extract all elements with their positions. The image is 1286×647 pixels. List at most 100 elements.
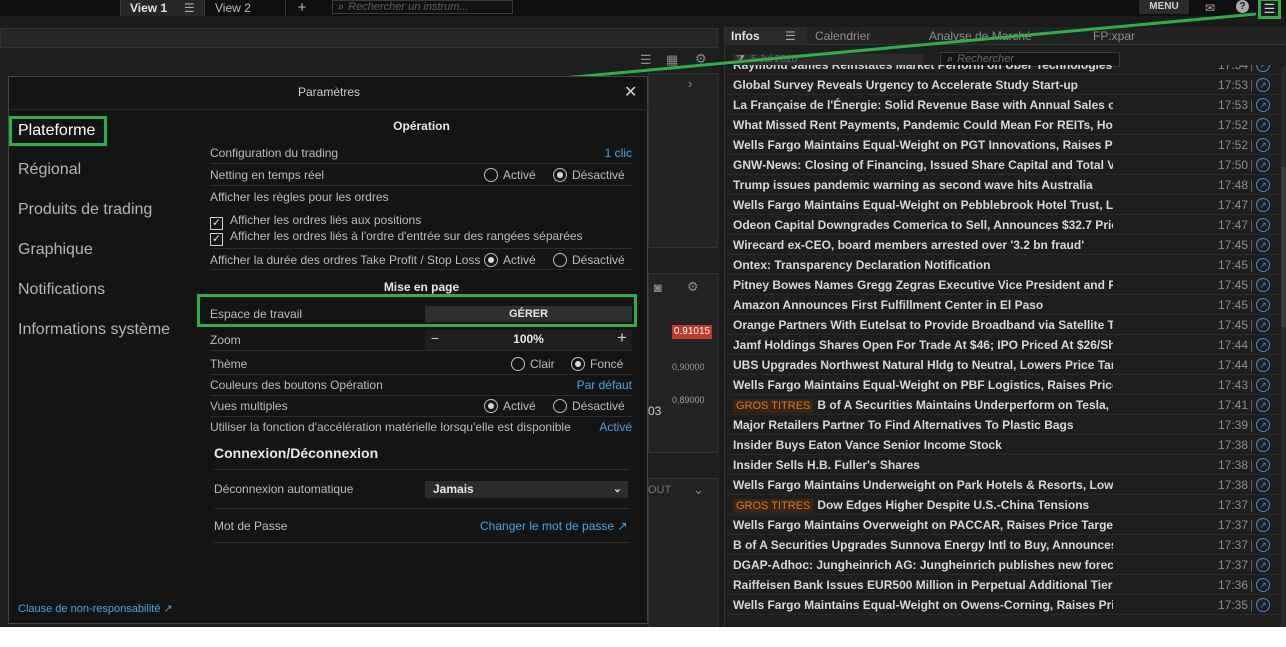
news-item[interactable]: Insider Sells H.B. Fuller's Shares 17:38 |… <box>725 455 1280 475</box>
news-scrollbar[interactable] <box>1281 67 1286 627</box>
news-headline[interactable]: Trump issues pandemic warning as second … <box>733 175 1113 195</box>
news-headline[interactable]: Wells Fargo Maintains Equal-Weight on Pe… <box>733 195 1113 215</box>
gear-icon[interactable]: ⚙ <box>687 279 699 295</box>
news-item[interactable]: Jamf Holdings Shares Open For Trade At $… <box>725 335 1280 355</box>
manage-workspace-button[interactable]: GÉRER <box>425 306 632 322</box>
instrument-search-input[interactable]: ⌕ Rechercher un instrum... <box>332 0 513 14</box>
radio-button[interactable] <box>553 399 567 413</box>
news-headline[interactable]: UBS Upgrades Northwest Natural Hldg to N… <box>733 355 1113 375</box>
news-item[interactable]: Major Retailers Partner To Find Alternat… <box>725 415 1280 435</box>
news-headline[interactable]: Wells Fargo Maintains Equal-Weight on Ow… <box>733 595 1113 615</box>
gear-icon[interactable]: ⚙ <box>695 51 707 67</box>
radio-button[interactable] <box>484 168 498 182</box>
chevron-down-icon[interactable]: ⌄ <box>693 482 704 498</box>
news-item[interactable]: Wells Fargo Maintains Equal-Weight on Pe… <box>725 195 1280 215</box>
news-headline[interactable]: Orange Partners With Eutelsat to Provide… <box>733 315 1113 335</box>
radio-button-selected[interactable] <box>553 168 567 182</box>
news-headline[interactable]: La Française de l'Énergie: Solid Revenue… <box>733 95 1113 115</box>
nav-graphique[interactable]: Graphique <box>18 241 93 259</box>
checkbox-linked-orders[interactable]: ✓ Afficher les ordres liés aux positions <box>210 213 421 230</box>
nav-notifications[interactable]: Notifications <box>18 281 105 299</box>
news-headline[interactable]: Wells Fargo Maintains Underweight on Par… <box>733 475 1113 495</box>
news-headline[interactable]: Wells Fargo Maintains Equal-Weight on PG… <box>733 135 1113 155</box>
mail-icon[interactable]: ✉ <box>1205 1 1215 15</box>
nav-informations-systeme[interactable]: Informations système <box>18 321 170 339</box>
news-item[interactable]: Ontex: Transparency Declaration Notifica… <box>725 255 1280 275</box>
news-item[interactable]: GROS TITRES B of A Securities Maintains U… <box>725 395 1280 415</box>
zoom-minus-button[interactable]: − <box>425 330 445 346</box>
main-hamburger-icon[interactable]: ☰ <box>1258 0 1281 19</box>
button-colors-link[interactable]: Par défaut <box>577 378 632 392</box>
news-headline[interactable]: DGAP-Adhoc: Jungheinrich AG: Jungheinric… <box>733 555 1113 575</box>
netting-inactive-radio[interactable]: Désactivé <box>553 168 625 182</box>
news-headline[interactable]: Major Retailers Partner To Find Alternat… <box>733 415 1113 435</box>
news-headline[interactable]: Ontex: Transparency Declaration Notifica… <box>733 255 1113 275</box>
theme-light-radio[interactable]: Clair <box>511 357 555 371</box>
news-item[interactable]: Wells Fargo Maintains Equal-Weight on Ow… <box>725 595 1280 615</box>
grid-icon[interactable]: ▦ <box>666 52 678 68</box>
news-item[interactable]: Amazon Announces First Fulfillment Cente… <box>725 295 1280 315</box>
tab-calendrier[interactable]: Calendrier <box>815 27 870 45</box>
close-icon[interactable]: ✕ <box>624 82 637 102</box>
tab-fp-xpar[interactable]: FP:xpar <box>1093 27 1135 45</box>
news-item[interactable]: GNW-News: Closing of Financing, Issued S… <box>725 155 1280 175</box>
tab-infos[interactable]: Infos ☰ <box>725 27 807 45</box>
news-item[interactable]: Raymond James Reinstates Market Perform … <box>725 65 1280 75</box>
news-headline[interactable]: What Missed Rent Payments, Pandemic Coul… <box>733 115 1113 135</box>
news-headline[interactable]: GNW-News: Closing of Financing, Issued S… <box>733 155 1113 175</box>
news-item[interactable]: Orange Partners With Eutelsat to Provide… <box>725 315 1280 335</box>
news-headline[interactable]: GROS TITRES B of A Securities Maintains U… <box>733 395 1113 415</box>
news-headline[interactable]: Global Survey Reveals Urgency to Acceler… <box>733 75 1113 95</box>
disclaimer-link[interactable]: Clause de non-responsabilité ↗ <box>18 602 173 615</box>
zoom-plus-button[interactable]: + <box>612 328 632 348</box>
news-headline[interactable]: Wirecard ex-CEO, board members arrested … <box>733 235 1113 255</box>
chevron-right-icon[interactable]: › <box>688 76 692 91</box>
news-item[interactable]: La Française de l'Énergie: Solid Revenue… <box>725 95 1280 115</box>
news-headline[interactable]: Pitney Bowes Names Gregg Zegras Executiv… <box>733 275 1113 295</box>
news-item[interactable]: B of A Securities Upgrades Sunnova Energ… <box>725 535 1280 555</box>
nav-plateforme[interactable]: Plateforme <box>9 116 107 146</box>
news-item[interactable]: Odeon Capital Downgrades Comerica to Sel… <box>725 215 1280 235</box>
multi-views-active-radio[interactable]: Activé <box>484 399 536 413</box>
radio-button-selected[interactable] <box>571 357 585 371</box>
duration-inactive-radio[interactable]: Désactivé <box>553 253 625 267</box>
duration-active-radio[interactable]: Activé <box>484 253 536 267</box>
news-item[interactable]: Wells Fargo Maintains Equal-Weight on PG… <box>725 135 1280 155</box>
news-headline[interactable]: Raymond James Reinstates Market Perform … <box>733 65 1113 75</box>
news-headline[interactable]: Raiffeisen Bank Issues EUR500 Million in… <box>733 575 1113 595</box>
radio-button-selected[interactable] <box>484 253 498 267</box>
news-item[interactable]: Wirecard ex-CEO, board members arrested … <box>725 235 1280 255</box>
news-item[interactable]: Wells Fargo Maintains Equal-Weight on PB… <box>725 375 1280 395</box>
news-headline[interactable]: Jamf Holdings Shares Open For Trade At $… <box>733 335 1113 355</box>
news-headline[interactable]: Insider Sells H.B. Fuller's Shares <box>733 455 1113 475</box>
tab-analyse-marche[interactable]: Analyse de Marché <box>929 27 1032 45</box>
hamburger-icon[interactable]: ☰ <box>184 0 195 16</box>
news-headline[interactable]: Odeon Capital Downgrades Comerica to Sel… <box>733 215 1113 235</box>
checkbox-checked[interactable]: ✓ <box>210 233 223 246</box>
news-item[interactable]: Wells Fargo Maintains Overweight on PACC… <box>725 515 1280 535</box>
multi-views-inactive-radio[interactable]: Désactivé <box>553 399 625 413</box>
nav-regional[interactable]: Régional <box>18 161 81 179</box>
trading-config-link[interactable]: 1 clic <box>605 146 632 160</box>
checkbox-separate-rows[interactable]: ✓ Afficher les ordres liés à l'ordre d'en… <box>210 229 583 246</box>
radio-button[interactable] <box>553 253 567 267</box>
nav-produits-trading[interactable]: Produits de trading <box>18 201 152 219</box>
news-item[interactable]: GROS TITRES Dow Edges Higher Despite U.S.… <box>725 495 1280 515</box>
netting-active-radio[interactable]: Activé <box>484 168 536 182</box>
add-view-button[interactable]: + <box>287 0 317 16</box>
hamburger-icon[interactable]: ☰ <box>785 27 796 45</box>
news-item[interactable]: Global Survey Reveals Urgency to Acceler… <box>725 75 1280 95</box>
news-item[interactable]: Wells Fargo Maintains Underweight on Par… <box>725 475 1280 495</box>
news-headline[interactable]: Amazon Announces First Fulfillment Cente… <box>733 295 1113 315</box>
news-item[interactable]: Pitney Bowes Names Gregg Zegras Executiv… <box>725 275 1280 295</box>
news-headline[interactable]: Insider Buys Eaton Vance Senior Income S… <box>733 435 1113 455</box>
news-item[interactable]: UBS Upgrades Northwest Natural Hldg to N… <box>725 355 1280 375</box>
auto-logout-select[interactable]: Jamais ⌄ <box>425 481 628 498</box>
radio-button[interactable] <box>511 357 525 371</box>
news-item[interactable]: Trump issues pandemic warning as second … <box>725 175 1280 195</box>
change-password-link[interactable]: Changer le mot de passe ↗ <box>480 519 628 533</box>
news-item[interactable]: DGAP-Adhoc: Jungheinrich AG: Jungheinric… <box>725 555 1280 575</box>
hw-accel-link[interactable]: Activé <box>599 420 632 434</box>
theme-dark-radio[interactable]: Foncé <box>571 357 623 371</box>
help-icon[interactable]: ? <box>1236 0 1249 13</box>
